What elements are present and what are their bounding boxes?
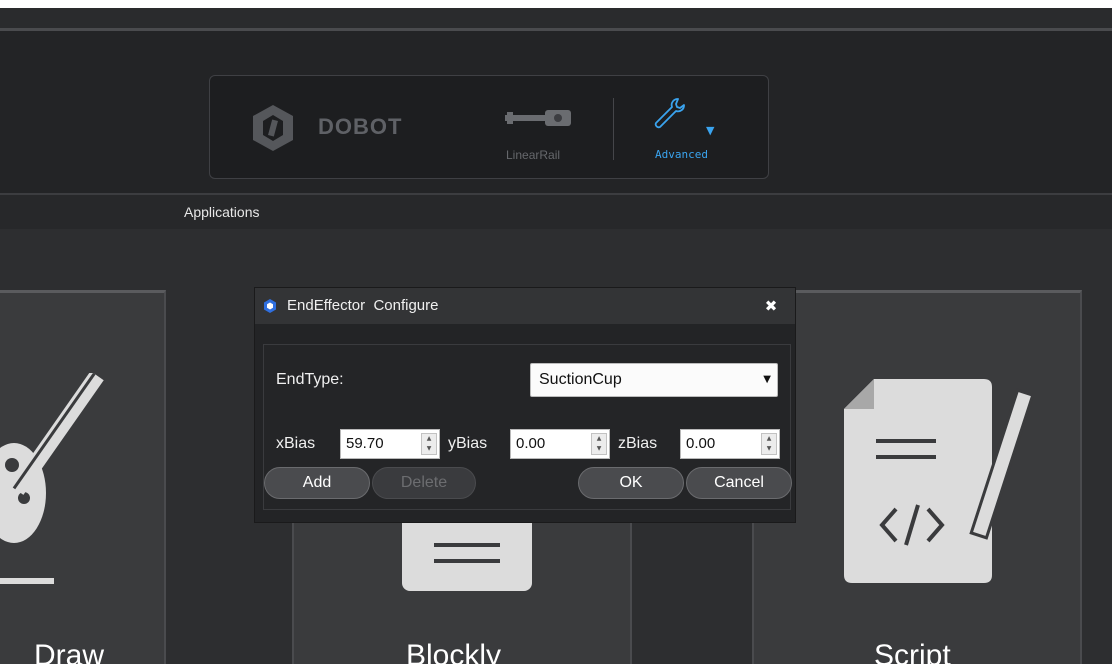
wrench-icon[interactable]	[650, 96, 686, 132]
increment-arrow-icon[interactable]: ▲	[592, 434, 606, 444]
zbias-label: zBias	[618, 435, 658, 452]
xbias-spinbox[interactable]: 59.70 ▲ ▼	[340, 429, 440, 459]
menu-applications[interactable]: Applications	[184, 204, 260, 220]
chevron-down-icon[interactable]: ▼	[763, 374, 771, 385]
decrement-arrow-icon[interactable]: ▼	[422, 444, 436, 454]
ybias-stepper[interactable]: ▲ ▼	[591, 433, 607, 455]
dialog-body: EndType: SuctionCup ▼ xBias 59.70 ▲ ▼ yB…	[263, 344, 792, 510]
app-label-script: Script	[874, 639, 951, 664]
chevron-down-icon[interactable]: ▼	[706, 124, 714, 137]
dobot-small-logo-icon	[264, 299, 276, 313]
endtype-select[interactable]: SuctionCup ▼	[530, 363, 778, 397]
decrement-arrow-icon[interactable]: ▼	[592, 444, 606, 454]
zbias-value: 0.00	[686, 435, 716, 452]
dialog-titlebar[interactable]: EndEffector Configure ✖	[255, 288, 795, 324]
linear-rail-label: LinearRail	[506, 148, 561, 162]
zbias-spinbox[interactable]: 0.00 ▲ ▼	[680, 429, 780, 459]
menubar: Applications	[0, 195, 1112, 229]
script-file-icon	[844, 379, 1034, 583]
device-panel: DOBOT LinearRail ▼ Advanced	[209, 75, 769, 179]
panel-divider	[613, 98, 614, 160]
top-strip	[0, 0, 1112, 8]
decrement-arrow-icon[interactable]: ▼	[762, 444, 776, 454]
increment-arrow-icon[interactable]: ▲	[422, 434, 436, 444]
advanced-label[interactable]: Advanced	[655, 148, 708, 161]
app-card-script[interactable]: Script	[752, 290, 1082, 664]
window-titlebar	[0, 8, 1112, 28]
ybias-label: yBias	[448, 435, 488, 452]
cancel-button[interactable]: Cancel	[686, 467, 792, 499]
draw-icon	[0, 373, 104, 584]
app-label-blockly: Blockly	[406, 639, 502, 664]
app-label-draw: Draw	[34, 639, 105, 664]
app-card-draw[interactable]: Draw	[0, 290, 166, 664]
increment-arrow-icon[interactable]: ▲	[762, 434, 776, 444]
blockly-icon	[402, 513, 532, 591]
delete-button[interactable]: Delete	[372, 467, 476, 499]
ybias-value: 0.00	[516, 435, 546, 452]
endeffector-configure-dialog: EndEffector Configure ✖ EndType: Suction…	[254, 287, 796, 523]
xbias-value: 59.70	[346, 435, 384, 452]
dobot-brand-text: DOBOT	[318, 114, 403, 139]
xbias-label: xBias	[276, 435, 316, 452]
zbias-stepper[interactable]: ▲ ▼	[761, 433, 777, 455]
ok-button[interactable]: OK	[578, 467, 684, 499]
ybias-spinbox[interactable]: 0.00 ▲ ▼	[510, 429, 610, 459]
close-icon[interactable]: ✖	[761, 296, 781, 316]
add-button[interactable]: Add	[264, 467, 370, 499]
endtype-value: SuctionCup	[539, 371, 622, 388]
dialog-title: EndEffector Configure	[287, 297, 439, 314]
endtype-label: EndType:	[276, 371, 344, 388]
dobot-logo-icon	[253, 105, 293, 151]
xbias-stepper[interactable]: ▲ ▼	[421, 433, 437, 455]
linear-rail-icon[interactable]	[505, 106, 575, 130]
